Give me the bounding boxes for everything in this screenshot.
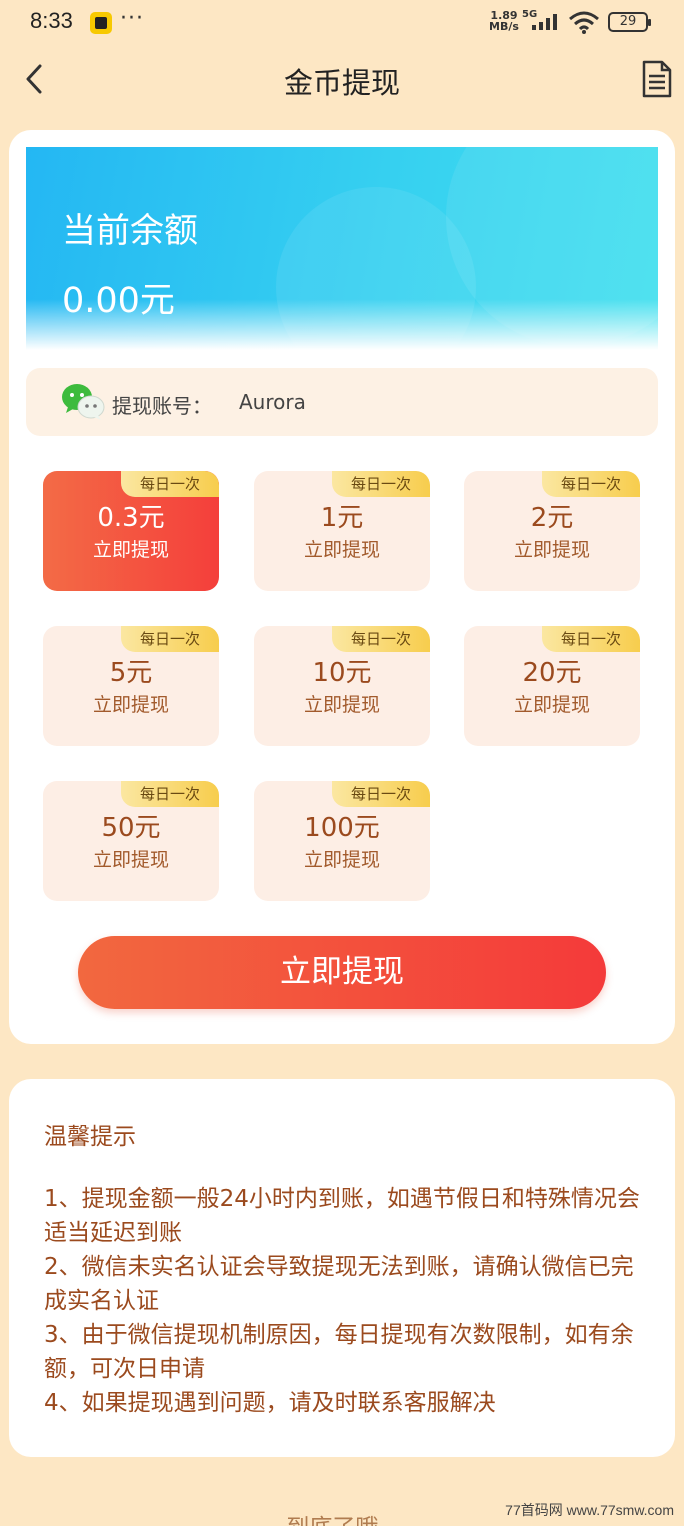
withdraw-card: 当前余额 0.00元 提现账号： Aurora 每日一次 0.3元 立即提现 每… bbox=[9, 130, 675, 1044]
app-notification-icon bbox=[90, 12, 112, 34]
status-time: 8:33 bbox=[30, 8, 73, 33]
amount-value: 5元 bbox=[109, 658, 153, 688]
signal-icon bbox=[532, 14, 562, 30]
amount-option-100[interactable]: 每日一次 100元 立即提现 bbox=[254, 781, 430, 901]
amount-action-label: 立即提现 bbox=[513, 539, 590, 561]
tips-list: 1、提现金额一般24小时内到账，如遇节假日和特殊情况会适当延迟到账 2、微信未实… bbox=[44, 1182, 644, 1420]
amount-value: 20元 bbox=[522, 658, 582, 688]
amount-value: 1元 bbox=[320, 503, 364, 533]
top-nav-bar: 金币提现 bbox=[0, 48, 684, 110]
amount-action-label: 立即提现 bbox=[92, 539, 169, 561]
amount-option-1[interactable]: 每日一次 1元 立即提现 bbox=[254, 471, 430, 591]
watermark: 77首码网 www.77smw.com bbox=[505, 1502, 674, 1518]
daily-limit-badge: 每日一次 bbox=[121, 781, 219, 807]
daily-limit-badge: 每日一次 bbox=[542, 471, 640, 497]
daily-limit-badge: 每日一次 bbox=[332, 626, 430, 652]
amount-option-0-3[interactable]: 每日一次 0.3元 立即提现 bbox=[43, 471, 219, 591]
withdraw-records-button[interactable] bbox=[640, 60, 674, 98]
amount-action-label: 立即提现 bbox=[303, 539, 380, 561]
tip-item: 3、由于微信提现机制原因，每日提现有次数限制，如有余额，可次日申请 bbox=[44, 1322, 634, 1382]
more-notifications-icon: ··· bbox=[120, 6, 144, 31]
amount-option-2[interactable]: 每日一次 2元 立即提现 bbox=[464, 471, 640, 591]
page-title: 金币提现 bbox=[283, 66, 400, 100]
balance-label: 当前余额 bbox=[62, 211, 198, 251]
tip-item: 2、微信未实名认证会导致提现无法到账，请确认微信已完成实名认证 bbox=[44, 1254, 634, 1314]
amount-action-label: 立即提现 bbox=[303, 694, 380, 716]
amount-value: 100元 bbox=[304, 813, 380, 843]
account-label: 提现账号： bbox=[112, 394, 212, 418]
amount-options-grid: 每日一次 0.3元 立即提现 每日一次 1元 立即提现 每日一次 2元 立即提现… bbox=[43, 471, 643, 905]
daily-limit-badge: 每日一次 bbox=[332, 781, 430, 807]
amount-value: 0.3元 bbox=[97, 503, 165, 533]
tip-item: 1、提现金额一般24小时内到账，如遇节假日和特殊情况会适当延迟到账 bbox=[44, 1186, 640, 1246]
battery-icon: 29 bbox=[608, 12, 651, 32]
withdraw-account-row: 提现账号： Aurora bbox=[26, 368, 658, 436]
amount-action-label: 立即提现 bbox=[92, 694, 169, 716]
amount-action-label: 立即提现 bbox=[92, 849, 169, 871]
withdraw-now-button[interactable]: 立即提现 bbox=[78, 936, 606, 1009]
daily-limit-badge: 每日一次 bbox=[121, 471, 219, 497]
tips-card: 温馨提示 1、提现金额一般24小时内到账，如遇节假日和特殊情况会适当延迟到账 2… bbox=[9, 1079, 675, 1457]
amount-value: 2元 bbox=[530, 503, 574, 533]
amount-option-10[interactable]: 每日一次 10元 立即提现 bbox=[254, 626, 430, 746]
amount-value: 10元 bbox=[312, 658, 372, 688]
amount-option-20[interactable]: 每日一次 20元 立即提现 bbox=[464, 626, 640, 746]
tips-title: 温馨提示 bbox=[44, 1124, 136, 1150]
daily-limit-badge: 每日一次 bbox=[332, 471, 430, 497]
wifi-icon bbox=[569, 11, 599, 34]
wechat-icon bbox=[62, 384, 105, 420]
amount-value: 50元 bbox=[101, 813, 161, 843]
account-name: Aurora bbox=[239, 390, 306, 414]
balance-value: 0.00元 bbox=[62, 281, 175, 321]
network-speed: 1.89 MB/s bbox=[488, 10, 520, 32]
daily-limit-badge: 每日一次 bbox=[121, 626, 219, 652]
amount-action-label: 立即提现 bbox=[513, 694, 590, 716]
amount-option-5[interactable]: 每日一次 5元 立即提现 bbox=[43, 626, 219, 746]
amount-action-label: 立即提现 bbox=[303, 849, 380, 871]
daily-limit-badge: 每日一次 bbox=[542, 626, 640, 652]
status-bar: 8:33 ··· 1.89 MB/s 5G 29 bbox=[0, 0, 684, 48]
network-speed-unit: MB/s bbox=[489, 20, 519, 33]
banner-decoration bbox=[446, 147, 658, 347]
tip-item: 4、如果提现遇到问题，请及时联系客服解决 bbox=[44, 1390, 496, 1416]
amount-option-50[interactable]: 每日一次 50元 立即提现 bbox=[43, 781, 219, 901]
balance-banner: 当前余额 0.00元 bbox=[26, 147, 658, 350]
